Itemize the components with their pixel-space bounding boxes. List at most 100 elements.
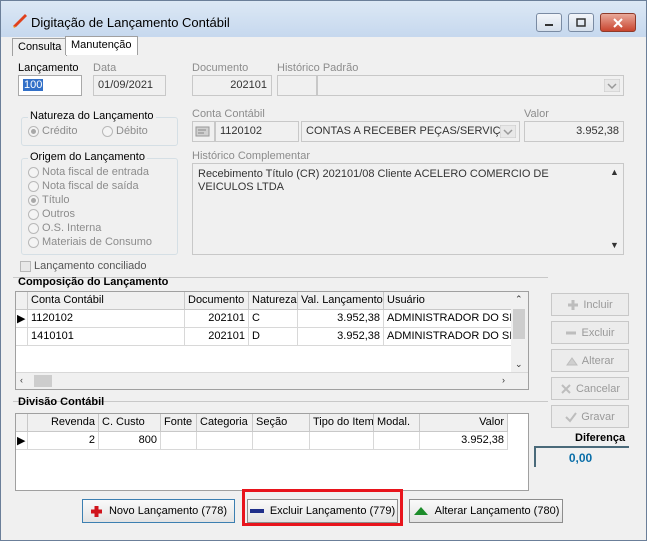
- radio-nf-saida[interactable]: Nota fiscal de saída: [28, 180, 139, 192]
- data-input[interactable]: 01/09/2021: [93, 75, 166, 96]
- radio-nf-entrada[interactable]: Nota fiscal de entrada: [28, 166, 149, 178]
- excluir-lancamento-button[interactable]: Excluir Lançamento (779): [247, 499, 398, 523]
- scroll-thumb[interactable]: [513, 309, 525, 339]
- maximize-button[interactable]: [568, 13, 594, 32]
- column-header[interactable]: Fonte: [161, 414, 197, 432]
- historico-padrao-select[interactable]: [317, 75, 624, 96]
- historico-padrao-label: Histórico Padrão: [277, 62, 359, 74]
- table-cell[interactable]: D: [249, 328, 298, 346]
- column-header[interactable]: Valor: [420, 414, 508, 432]
- divisao-grid[interactable]: Revenda C. Custo Fonte Categoria Seção T…: [15, 413, 529, 491]
- radio-os-interna[interactable]: O.S. Interna: [28, 222, 101, 234]
- tab-label: Consulta: [18, 41, 62, 53]
- radio-titulo[interactable]: Título: [28, 194, 70, 206]
- composicao-vscroll[interactable]: ⌃ ⌄: [511, 292, 528, 372]
- row-indicator: [16, 328, 28, 346]
- button-label: Gravar: [581, 410, 615, 423]
- column-header[interactable]: Seção: [253, 414, 310, 432]
- table-cell[interactable]: C: [249, 310, 298, 328]
- conta-code-input[interactable]: 1120102: [215, 121, 299, 142]
- table-cell[interactable]: [310, 432, 374, 450]
- documento-input[interactable]: 202101: [192, 75, 272, 96]
- composicao-hscroll[interactable]: ‹ ›: [16, 372, 528, 389]
- historico-complementar-textarea[interactable]: Recebimento Título (CR) 202101/08 Client…: [192, 163, 624, 255]
- tab-manutencao[interactable]: Manutenção: [65, 36, 138, 55]
- alterar-button[interactable]: Alterar: [551, 349, 629, 372]
- column-header[interactable]: Documento: [185, 292, 249, 310]
- radio-debito[interactable]: Débito: [102, 125, 148, 137]
- minimize-button[interactable]: [536, 13, 562, 32]
- table-cell[interactable]: 202101: [185, 310, 249, 328]
- radio-dot-icon: [28, 236, 39, 248]
- plus-icon: [568, 299, 579, 310]
- valor-value: 3.952,38: [576, 125, 619, 137]
- data-value: 01/09/2021: [98, 79, 154, 91]
- gravar-button[interactable]: Gravar: [551, 405, 629, 428]
- table-cell[interactable]: ADMINISTRADOR DO SIST: [384, 328, 514, 346]
- row-indicator-header: [16, 292, 28, 310]
- column-header[interactable]: Conta Contábil: [28, 292, 185, 310]
- historico-padrao-code-input[interactable]: [277, 75, 317, 96]
- main-window: Digitação de Lançamento Contábil Consult…: [0, 0, 647, 541]
- column-header[interactable]: Revenda: [28, 414, 99, 432]
- lancamento-label: Lançamento: [18, 62, 79, 74]
- cancelar-button[interactable]: Cancelar: [551, 377, 629, 400]
- divisao-title: Divisão Contábil: [18, 396, 105, 408]
- scroll-down-icon[interactable]: ▼: [610, 239, 619, 252]
- table-cell[interactable]: 3.952,38: [420, 432, 508, 450]
- minus-icon: [566, 331, 577, 334]
- table-cell[interactable]: 1120102: [28, 310, 185, 328]
- conciliado-checkbox[interactable]: Lançamento conciliado: [20, 260, 147, 272]
- close-icon: [613, 17, 623, 28]
- scroll-left-icon[interactable]: ‹: [20, 375, 23, 385]
- novo-lancamento-button[interactable]: Novo Lançamento (778): [82, 499, 235, 523]
- radio-materiais[interactable]: Materiais de Consumo: [28, 236, 152, 248]
- column-header[interactable]: Tipo do Item: [310, 414, 374, 432]
- scroll-thumb[interactable]: [34, 375, 52, 387]
- radio-dot-icon: [28, 222, 39, 234]
- tab-consulta[interactable]: Consulta: [12, 38, 68, 56]
- radio-label: O.S. Interna: [42, 222, 102, 234]
- radio-dot-icon: [28, 208, 39, 220]
- column-header[interactable]: Usuário: [384, 292, 514, 310]
- column-header[interactable]: Natureza: [249, 292, 298, 310]
- radio-dot-icon: [28, 194, 39, 206]
- radio-dot-icon: [102, 125, 113, 137]
- close-button[interactable]: [600, 13, 636, 32]
- table-cell[interactable]: 800: [99, 432, 161, 450]
- scroll-up-icon[interactable]: ▲: [610, 166, 619, 179]
- radio-outros[interactable]: Outros: [28, 208, 75, 220]
- radio-label: Materiais de Consumo: [42, 236, 153, 248]
- conta-name-select[interactable]: CONTAS A RECEBER PEÇAS/SERVIÇOS: [301, 121, 520, 142]
- radio-label: Nota fiscal de entrada: [42, 166, 150, 178]
- lookup-icon: [195, 126, 210, 137]
- radio-label: Outros: [42, 208, 76, 220]
- table-cell[interactable]: ADMINISTRADOR DO SIST: [384, 310, 514, 328]
- radio-credito[interactable]: Crédito: [28, 125, 77, 137]
- lancamento-input[interactable]: 100: [18, 75, 82, 96]
- table-cell[interactable]: 202101: [185, 328, 249, 346]
- table-cell[interactable]: [197, 432, 253, 450]
- column-header[interactable]: Val. Lançamento: [298, 292, 384, 310]
- textarea-scrollbar[interactable]: ▲ ▼: [606, 164, 623, 254]
- column-header[interactable]: Categoria: [197, 414, 253, 432]
- table-cell[interactable]: [253, 432, 310, 450]
- conta-lookup-button[interactable]: [192, 121, 215, 142]
- button-label: Alterar Lançamento (780): [434, 505, 560, 517]
- alterar-lancamento-button[interactable]: Alterar Lançamento (780): [409, 499, 563, 523]
- incluir-button[interactable]: Incluir: [551, 293, 629, 316]
- excluir-button[interactable]: Excluir: [551, 321, 629, 344]
- table-cell[interactable]: 2: [28, 432, 99, 450]
- composicao-grid[interactable]: Conta Contábil Documento Natureza Val. L…: [15, 291, 529, 390]
- scroll-right-icon[interactable]: ›: [502, 375, 505, 385]
- valor-input[interactable]: 3.952,38: [524, 121, 624, 142]
- column-header[interactable]: Modal.: [374, 414, 420, 432]
- table-cell[interactable]: [374, 432, 420, 450]
- table-cell[interactable]: 3.952,38: [298, 310, 384, 328]
- table-cell[interactable]: 1410101: [28, 328, 185, 346]
- scroll-up-icon[interactable]: ⌃: [515, 294, 523, 305]
- table-cell[interactable]: 3.952,38: [298, 328, 384, 346]
- column-header[interactable]: C. Custo: [99, 414, 161, 432]
- table-cell[interactable]: [161, 432, 197, 450]
- scroll-down-icon[interactable]: ⌄: [515, 359, 523, 370]
